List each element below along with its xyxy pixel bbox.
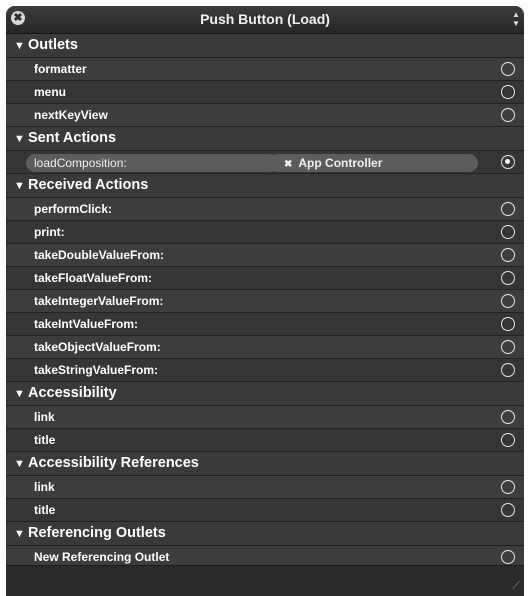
row-label: takeObjectValueFrom:	[34, 340, 161, 354]
radio-circle-icon[interactable]	[501, 363, 515, 377]
connections-inspector-panel: ✖ Push Button (Load) ▲ ▼ ▼ Outlets formatte…	[6, 6, 524, 596]
connection-target[interactable]: ✖ App Controller	[268, 154, 478, 172]
radio-circle-icon[interactable]	[501, 225, 515, 239]
section-title: Accessibility References	[28, 455, 199, 471]
radio-circle-icon[interactable]	[501, 108, 515, 122]
section-header-received-actions[interactable]: ▼ Received Actions	[6, 174, 524, 198]
row-label: formatter	[34, 62, 87, 76]
row-label: takeIntValueFrom:	[34, 317, 139, 331]
section-header-outlets[interactable]: ▼ Outlets	[6, 34, 524, 58]
section-title: Sent Actions	[28, 130, 117, 146]
section-header-sent-actions[interactable]: ▼ Sent Actions	[6, 127, 524, 151]
resize-grip-icon[interactable]: ⟋	[512, 580, 520, 593]
title-bar[interactable]: ✖ Push Button (Load) ▲ ▼	[6, 6, 524, 34]
connection-row[interactable]: title	[6, 429, 524, 452]
radio-circle-icon[interactable]	[501, 433, 515, 447]
connection-row[interactable]: takeStringValueFrom:	[6, 359, 524, 382]
row-label: title	[34, 433, 56, 447]
x-icon[interactable]: ✖	[284, 159, 292, 170]
radio-circle-icon[interactable]	[501, 248, 515, 262]
connection-row[interactable]: formatter	[6, 58, 524, 81]
connection-row[interactable]: takeIntegerValueFrom:	[6, 290, 524, 313]
triangle-down-icon[interactable]: ▼	[14, 383, 28, 406]
triangle-down-icon[interactable]: ▼	[14, 128, 28, 151]
connection-row[interactable]: loadComposition: ✖ App Controller	[6, 151, 524, 174]
row-label: takeIntegerValueFrom:	[34, 294, 164, 308]
triangle-down-icon[interactable]: ▼	[14, 523, 28, 546]
connection-row[interactable]: takeFloatValueFrom:	[6, 267, 524, 290]
row-label: takeStringValueFrom:	[34, 363, 159, 377]
action-label: loadComposition:	[26, 154, 278, 172]
connection-row[interactable]: menu	[6, 81, 524, 104]
radio-circle-icon[interactable]	[501, 294, 515, 308]
connection-row[interactable]: takeDoubleValueFrom:	[6, 244, 524, 267]
radio-circle-icon[interactable]	[501, 271, 515, 285]
radio-circle-icon[interactable]	[501, 503, 515, 517]
connection-row[interactable]: print:	[6, 221, 524, 244]
sections-list: ▼ Outlets formatter menu nextKeyView ▼ Sent Ac…	[6, 34, 524, 569]
triangle-down-icon[interactable]: ▼	[14, 453, 28, 476]
connection-row[interactable]: link	[6, 406, 524, 429]
section-header-referencing-outlets[interactable]: ▼ Referencing Outlets	[6, 522, 524, 546]
section-title: Accessibility	[28, 385, 117, 401]
row-label: print:	[34, 225, 65, 239]
row-label: New Referencing Outlet	[34, 550, 170, 564]
radio-circle-icon[interactable]	[501, 85, 515, 99]
window-title: Push Button (Load)	[200, 11, 330, 27]
connection-row[interactable]: performClick:	[6, 198, 524, 221]
radio-circle-icon[interactable]	[501, 317, 515, 331]
row-label: takeDoubleValueFrom:	[34, 248, 165, 262]
connection-row[interactable]: title	[6, 499, 524, 522]
radio-circle-icon[interactable]	[501, 480, 515, 494]
triangle-down-icon[interactable]: ▼	[14, 175, 28, 198]
connection-row[interactable]: nextKeyView	[6, 104, 524, 127]
section-title: Received Actions	[28, 177, 149, 193]
radio-circle-icon[interactable]	[501, 202, 515, 216]
row-label: link	[34, 480, 55, 494]
section-header-accessibility[interactable]: ▼ Accessibility	[6, 382, 524, 406]
section-header-accessibility-references[interactable]: ▼ Accessibility References	[6, 452, 524, 476]
row-label: menu	[34, 85, 67, 99]
row-label: title	[34, 503, 56, 517]
target-name: App Controller	[298, 156, 383, 170]
radio-circle-icon[interactable]	[501, 62, 515, 76]
section-title: Referencing Outlets	[28, 525, 166, 541]
radio-circle-icon[interactable]	[501, 340, 515, 354]
row-label: performClick:	[34, 202, 113, 216]
row-label: nextKeyView	[34, 108, 108, 122]
radio-circle-icon[interactable]	[501, 550, 515, 564]
connection-row[interactable]: link	[6, 476, 524, 499]
section-title: Outlets	[28, 37, 78, 53]
connection-row[interactable]: takeIntValueFrom:	[6, 313, 524, 336]
footer-bar: ⟋	[6, 565, 524, 596]
triangle-down-icon[interactable]: ▼	[14, 35, 28, 58]
radio-circle-icon[interactable]	[501, 155, 515, 169]
popup-arrows-icon[interactable]: ▲ ▼	[512, 10, 520, 28]
row-label: takeFloatValueFrom:	[34, 271, 153, 285]
radio-circle-icon[interactable]	[501, 410, 515, 424]
row-label: link	[34, 410, 55, 424]
connection-row[interactable]: takeObjectValueFrom:	[6, 336, 524, 359]
